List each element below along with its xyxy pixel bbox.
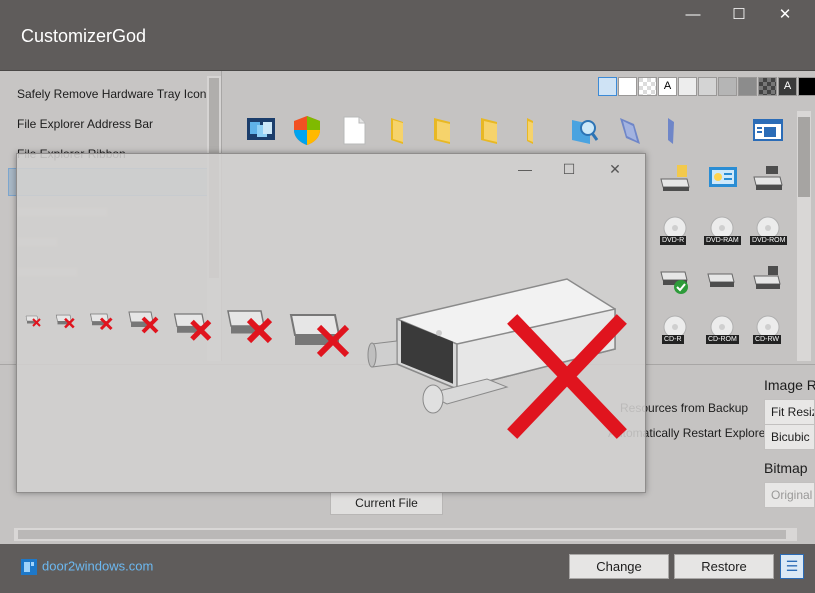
folder-open-icon[interactable] <box>428 114 460 146</box>
horizontal-scroll-thumb[interactable] <box>18 530 786 539</box>
list-item-safely-remove[interactable]: Safely Remove Hardware Tray Icon <box>17 87 206 101</box>
blank-document-icon[interactable] <box>338 114 370 146</box>
icon-preview-window: — ☐ ✕ <box>16 153 646 493</box>
control-panel-icon[interactable] <box>707 163 739 195</box>
drive-check-icon[interactable] <box>659 264 691 296</box>
folder-narrow-icon[interactable] <box>517 114 549 146</box>
swatch-checker-light[interactable] <box>638 77 657 96</box>
safely-remove-icon-24 <box>90 313 113 331</box>
swatch-gray-1[interactable] <box>678 77 697 96</box>
folder-icon[interactable] <box>383 114 415 146</box>
dvd-rom-label: DVD-ROM <box>750 236 788 245</box>
app-title: CustomizerGod <box>21 26 147 46</box>
restore-button[interactable]: Restore <box>674 554 774 579</box>
cd-r-label: CD-R <box>662 335 684 344</box>
menu-button[interactable]: ☰ <box>780 554 804 579</box>
window-icon[interactable] <box>752 114 784 146</box>
folder-icon[interactable] <box>475 114 507 146</box>
swatch-dark-text[interactable]: A <box>778 77 797 96</box>
swatch-checker-dark[interactable] <box>758 77 777 96</box>
icon-grid-scroll-thumb[interactable] <box>798 117 810 197</box>
disc-slant-icon[interactable] <box>614 114 646 146</box>
swatch-white[interactable] <box>618 77 637 96</box>
footer: door2windows.com Change Restore ☰ <box>0 544 815 593</box>
safely-remove-icon-48 <box>227 310 273 344</box>
image-resize-heading: Image Resize <box>764 377 815 393</box>
preview-close-button[interactable]: ✕ <box>600 158 630 180</box>
bitmap-mode-select[interactable]: Original <box>764 482 815 508</box>
bitmap-heading: Bitmap <box>764 460 808 476</box>
swatch-gray-2[interactable] <box>698 77 717 96</box>
swatch-light-blue[interactable] <box>598 77 617 96</box>
safely-remove-icon-20 <box>55 314 75 329</box>
disc-edge-icon[interactable] <box>656 114 688 146</box>
swatch-gray-3[interactable] <box>718 77 737 96</box>
drive-icon[interactable] <box>706 264 738 296</box>
close-button[interactable]: ✕ <box>762 0 808 32</box>
door2windows-text: door2windows.com <box>42 558 154 574</box>
safely-remove-icon-32 <box>128 311 159 334</box>
safely-remove-icon-64 <box>289 314 350 358</box>
preview-maximize-button[interactable]: ☐ <box>554 158 584 180</box>
title-bar: CustomizerGod — ☐ ✕ <box>0 0 815 70</box>
dvd-r-label: DVD-R <box>660 236 687 245</box>
cd-rom-label: CD-ROM <box>706 335 739 344</box>
removable-drive-icon[interactable] <box>752 163 784 195</box>
change-button[interactable]: Change <box>569 554 669 579</box>
maximize-button[interactable]: ☐ <box>716 0 762 32</box>
list-item-address-bar[interactable]: File Explorer Address Bar <box>17 117 153 131</box>
door2windows-link[interactable]: door2windows.com <box>20 558 153 576</box>
door2windows-logo-icon <box>21 559 37 575</box>
swatch-white-text[interactable]: A <box>658 77 677 96</box>
dvd-ram-label: DVD-RAM <box>704 236 741 245</box>
network-connections-icon[interactable] <box>245 114 277 146</box>
cd-rw-label: CD-RW <box>753 335 781 344</box>
minimize-button[interactable]: — <box>670 0 716 32</box>
resize-mode-select[interactable]: Fit Resize <box>764 399 815 425</box>
swatch-black[interactable] <box>798 77 815 96</box>
swatch-gray-4[interactable] <box>738 77 757 96</box>
search-folder-icon[interactable] <box>568 114 600 146</box>
preview-minimize-button[interactable]: — <box>510 158 540 180</box>
icon-grid-scrollbar[interactable] <box>797 111 811 361</box>
interpolation-select[interactable]: Bicubic <box>764 424 815 450</box>
drive-printer-icon[interactable] <box>659 163 691 195</box>
safely-remove-icon-16 <box>25 315 41 327</box>
shield-icon[interactable] <box>291 114 323 146</box>
safely-remove-icon-256 <box>367 278 627 439</box>
horizontal-scrollbar[interactable] <box>14 528 797 541</box>
safely-remove-icon-40 <box>173 313 212 341</box>
current-file-button[interactable]: Current File <box>330 492 443 515</box>
network-drive-icon[interactable] <box>752 264 784 296</box>
